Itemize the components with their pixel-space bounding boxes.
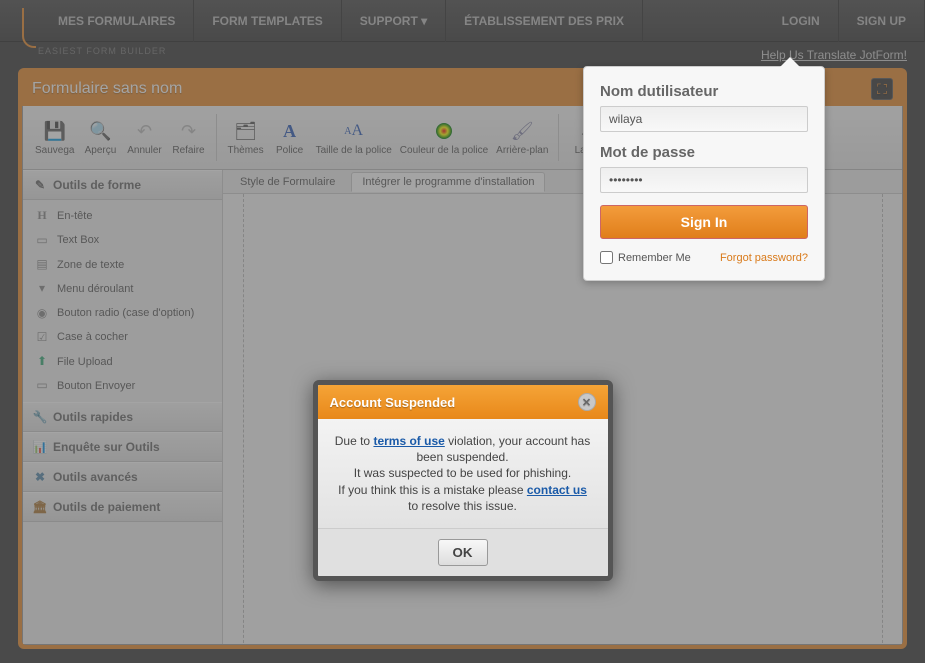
login-popup: Nom dutilisateur Mot de passe Sign In Re… — [583, 66, 825, 281]
ok-button[interactable]: OK — [438, 539, 488, 566]
close-icon: ✕ — [582, 396, 591, 409]
modal-body: Due to terms of use violation, your acco… — [318, 419, 608, 528]
suspended-modal: Account Suspended ✕ Due to terms of use … — [313, 380, 613, 581]
forgot-password-link[interactable]: Forgot password? — [720, 252, 808, 264]
modal-title: Account Suspended — [330, 395, 456, 410]
signin-button[interactable]: Sign In — [600, 205, 808, 239]
remember-label: Remember Me — [618, 252, 691, 264]
contact-link[interactable]: contact us — [527, 483, 587, 497]
username-input[interactable] — [600, 106, 808, 132]
password-label: Mot de passe — [600, 144, 808, 161]
modal-close-button[interactable]: ✕ — [578, 393, 596, 411]
password-input[interactable] — [600, 167, 808, 193]
remember-checkbox[interactable] — [600, 251, 613, 264]
terms-link[interactable]: terms of use — [373, 434, 444, 448]
username-label: Nom dutilisateur — [600, 83, 808, 100]
